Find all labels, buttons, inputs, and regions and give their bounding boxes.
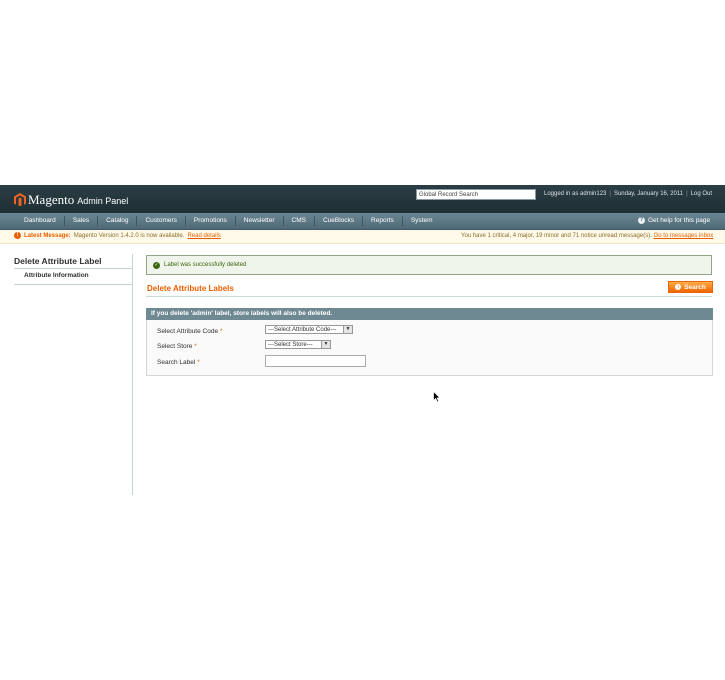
- search-label-text: Search Label: [157, 359, 196, 366]
- nav-menu: Dashboard Sales Catalog Customers Promot…: [16, 213, 440, 229]
- search-label-label: Search Label *: [157, 359, 200, 366]
- search-label-input[interactable]: [265, 355, 366, 367]
- date-text: Sunday, January 16, 2011: [613, 191, 684, 197]
- logout-link[interactable]: Log Out: [691, 191, 712, 197]
- chevron-down-icon: ▼: [343, 326, 352, 333]
- help-link-label: Get help for this page: [648, 217, 711, 224]
- global-record-search-input[interactable]: Global Record Search: [416, 189, 536, 200]
- required-mark: *: [197, 359, 200, 366]
- store-label: Select Store *: [157, 343, 197, 350]
- attribute-code-label-text: Select Attribute Code: [157, 328, 219, 335]
- search-button-label: Search: [684, 283, 706, 291]
- chevron-down-icon: ▼: [321, 341, 330, 348]
- nav-item-newsletter[interactable]: Newsletter: [236, 216, 284, 226]
- magento-logo[interactable]: Magento Admin Panel: [14, 190, 128, 210]
- required-mark: *: [194, 343, 197, 350]
- help-icon: ?: [638, 217, 645, 224]
- logo-subtitle: Admin Panel: [77, 196, 129, 206]
- store-selected-value: ---Select Store---: [268, 341, 313, 348]
- mouse-cursor-icon: [433, 391, 441, 403]
- attribute-code-select[interactable]: ---Select Attribute Code--- ▼: [265, 325, 353, 334]
- inbox-summary: You have 1 critical, 4 major, 19 minor a…: [461, 233, 713, 239]
- tab-attribute-information[interactable]: Attribute Information: [14, 272, 132, 284]
- content-header-divider: [146, 296, 712, 297]
- attribute-code-selected-value: ---Select Attribute Code---: [268, 326, 337, 333]
- nav-item-customers[interactable]: Customers: [137, 216, 186, 226]
- nav-item-cms[interactable]: CMS: [284, 216, 315, 226]
- fieldset-body: [146, 320, 713, 376]
- latest-message-text: Magento Version 1.4.2.0 is now available…: [73, 232, 185, 239]
- attribute-code-label: Select Attribute Code *: [157, 328, 222, 335]
- search-icon: ›: [675, 284, 682, 290]
- latest-message: ! Latest Message: Magento Version 1.4.2.…: [14, 232, 221, 239]
- nav-item-catalog[interactable]: Catalog: [98, 216, 138, 226]
- success-message: ✓ Label was successfully deleted: [146, 255, 712, 275]
- store-label-text: Select Store: [157, 343, 193, 350]
- latest-message-label: Latest Message:: [24, 232, 71, 239]
- nav-item-dashboard[interactable]: Dashboard: [16, 216, 65, 226]
- warning-icon: !: [14, 232, 21, 239]
- fieldset-legend: If you delete 'admin' label, store label…: [146, 308, 713, 320]
- nav-item-promotions[interactable]: Promotions: [186, 216, 236, 226]
- magento-logo-icon: [14, 193, 26, 207]
- success-check-icon: ✓: [153, 261, 160, 269]
- logged-in-text: Logged in as admin123: [544, 191, 607, 197]
- sidebar-title: Delete Attribute Label: [14, 256, 102, 266]
- messages-inbox-link[interactable]: Go to messages inbox: [654, 233, 714, 239]
- user-info-bar: Logged in as admin123 | Sunday, January 16…: [544, 191, 713, 197]
- sidebar-divider: [14, 284, 132, 285]
- sidebar-divider: [14, 268, 132, 269]
- required-mark: *: [219, 328, 223, 335]
- nav-item-reports[interactable]: Reports: [363, 216, 403, 226]
- help-link[interactable]: ? Get help for this page: [638, 217, 710, 224]
- inbox-summary-text: You have 1 critical, 4 major, 19 minor a…: [461, 233, 652, 239]
- read-details-link[interactable]: Read details: [187, 233, 220, 239]
- search-button[interactable]: › Search: [668, 281, 713, 293]
- sidebar-border: [132, 254, 133, 495]
- store-select[interactable]: ---Select Store--- ▼: [265, 340, 331, 349]
- nav-item-cueblocks[interactable]: CueBlocks: [315, 216, 364, 226]
- page-title: Delete Attribute Labels: [147, 284, 234, 293]
- nav-item-sales[interactable]: Sales: [65, 216, 99, 226]
- success-message-text: Label was successfully deleted: [164, 262, 247, 268]
- nav-item-system[interactable]: System: [403, 216, 441, 226]
- logo-text: Magento: [28, 192, 75, 207]
